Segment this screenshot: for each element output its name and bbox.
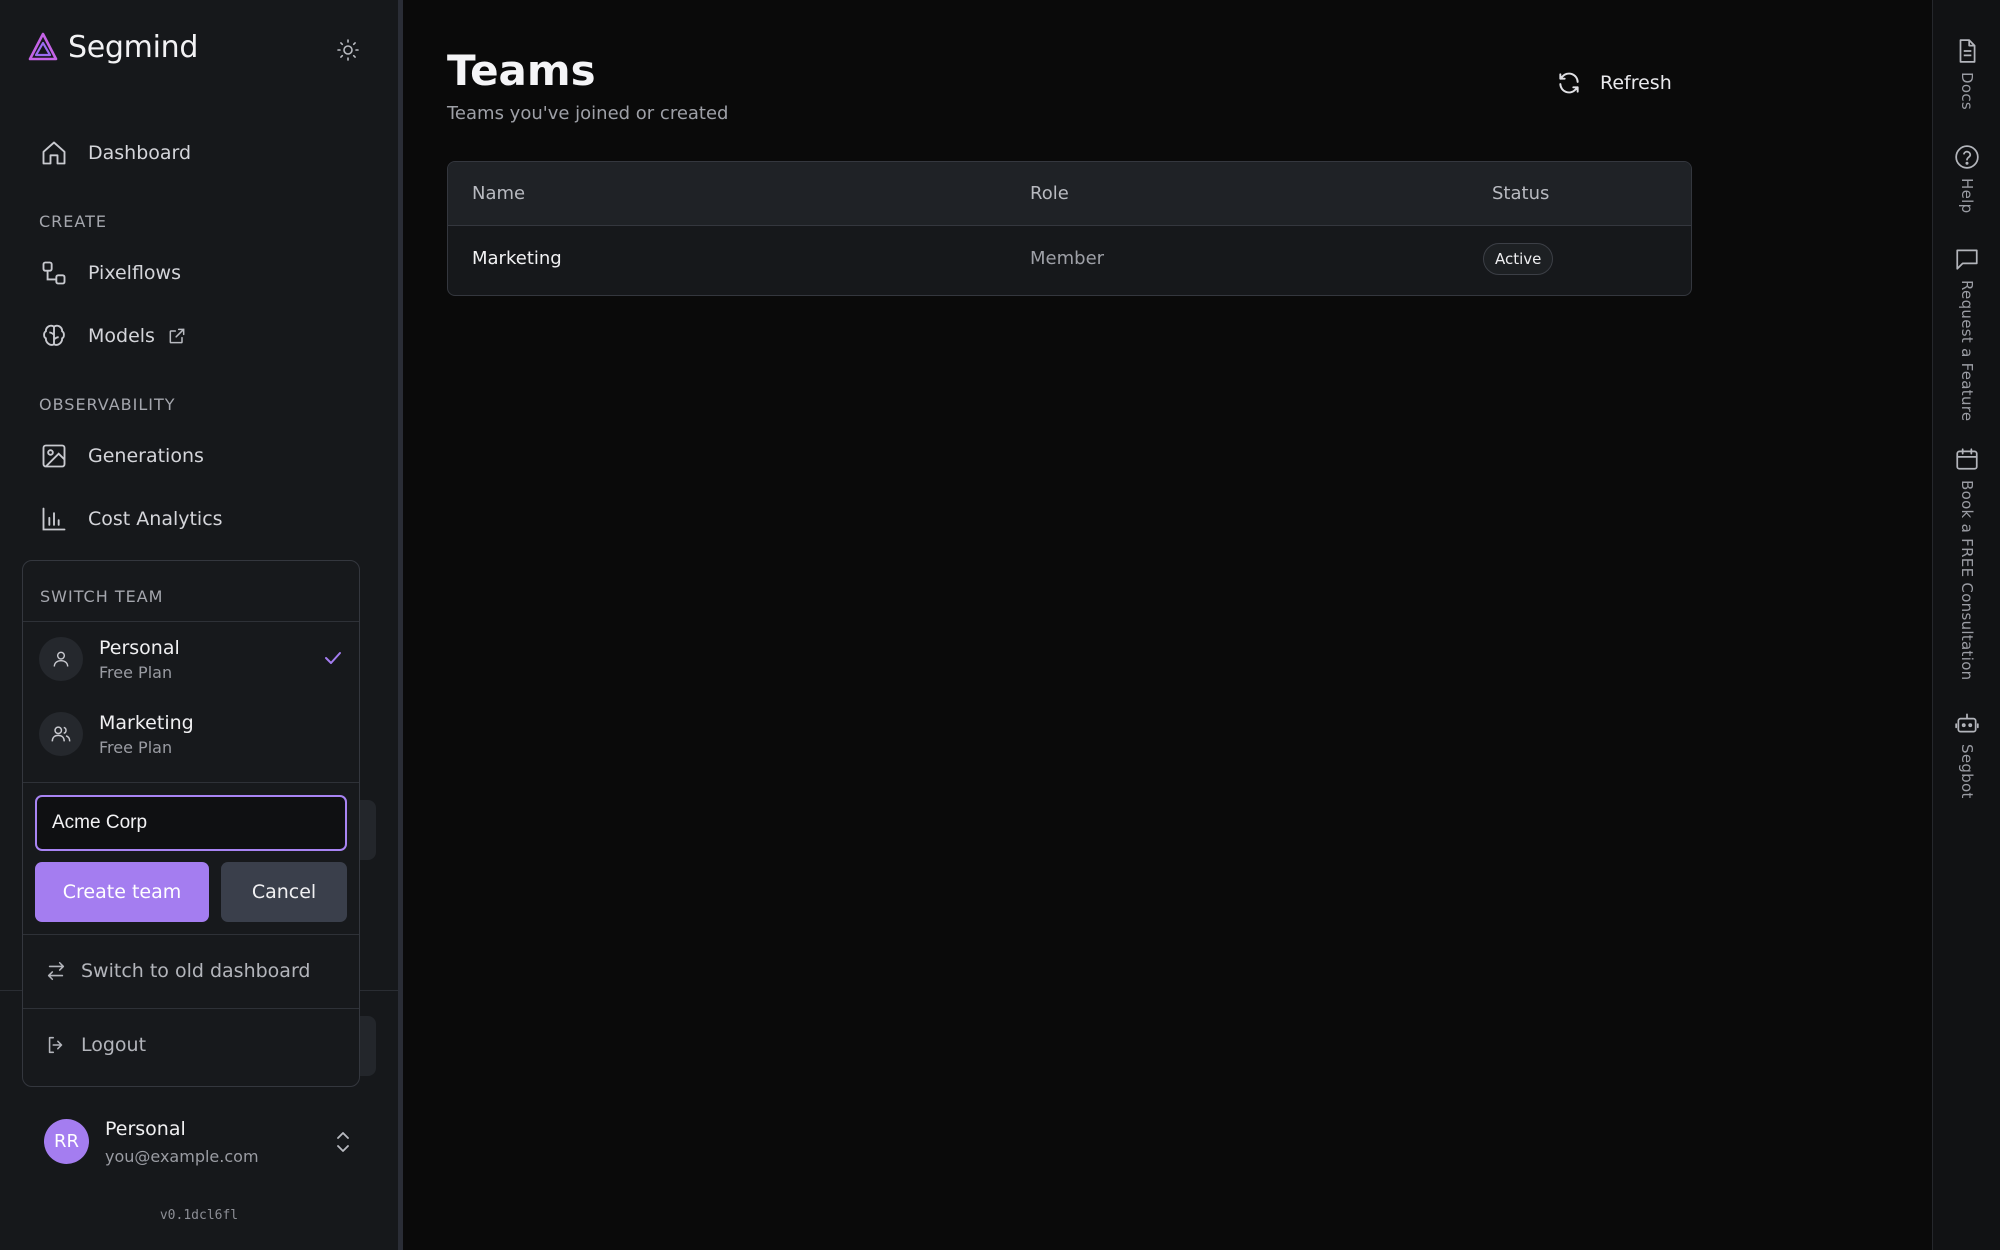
logout-icon bbox=[48, 1036, 63, 1054]
column-header-name: Name bbox=[472, 183, 526, 204]
status-badge: Active bbox=[1483, 243, 1554, 275]
home-icon bbox=[42, 141, 66, 165]
logout-link[interactable]: Logout bbox=[45, 1034, 146, 1056]
rail-book-consultation-label: Book a FREE Consultation bbox=[1958, 480, 1976, 681]
arrows-swap-icon bbox=[47, 961, 65, 981]
robot-icon bbox=[1955, 713, 1979, 733]
team-plan: Free Plan bbox=[99, 737, 173, 757]
divider bbox=[23, 621, 359, 622]
user-email: you@example.com bbox=[105, 1147, 259, 1166]
page-subtitle: Teams you've joined or created bbox=[447, 103, 729, 124]
users-icon bbox=[39, 712, 83, 756]
rail-docs-label: Docs bbox=[1958, 72, 1976, 110]
chevron-up-down-icon[interactable] bbox=[332, 1129, 354, 1155]
table-header: Name Role Status bbox=[448, 162, 1691, 226]
logout-label: Logout bbox=[81, 1034, 147, 1056]
rail-segbot[interactable]: Segbot bbox=[1933, 710, 2000, 799]
rail-help[interactable]: Help bbox=[1933, 144, 2000, 213]
nav-models[interactable]: Models bbox=[40, 311, 187, 361]
user-icon bbox=[39, 637, 83, 681]
nav-generations-label: Generations bbox=[88, 445, 204, 467]
workflow-icon bbox=[42, 261, 66, 285]
rail-request-feature-label: Request a Feature bbox=[1958, 280, 1976, 422]
section-create-label: CREATE bbox=[39, 212, 107, 231]
create-team-button[interactable]: Create team bbox=[35, 862, 209, 922]
divider bbox=[23, 1008, 359, 1009]
help-circle-icon bbox=[1955, 145, 1979, 169]
team-option-personal[interactable]: Personal Free Plan bbox=[39, 628, 345, 690]
team-option-marketing[interactable]: Marketing Free Plan bbox=[39, 703, 345, 765]
document-icon bbox=[1959, 39, 1976, 63]
nav-models-label: Models bbox=[88, 325, 155, 347]
switch-team-header: SWITCH TEAM bbox=[40, 587, 164, 606]
calendar-icon bbox=[1956, 448, 1978, 470]
refresh-icon bbox=[1559, 72, 1579, 94]
refresh-button[interactable]: Refresh bbox=[1556, 70, 1672, 96]
page-title: Teams bbox=[447, 46, 596, 95]
brand-name: Segmind bbox=[68, 30, 199, 65]
team-name: Personal bbox=[99, 636, 180, 659]
divider bbox=[23, 782, 359, 783]
check-icon bbox=[325, 652, 341, 664]
switch-old-dashboard-link[interactable]: Switch to old dashboard bbox=[45, 960, 310, 982]
nav-dashboard[interactable]: Dashboard bbox=[40, 128, 191, 178]
team-plan: Free Plan bbox=[99, 662, 173, 682]
rail-docs[interactable]: Docs bbox=[1933, 38, 2000, 110]
avatar[interactable]: RR bbox=[44, 1119, 89, 1164]
bar-chart-icon bbox=[42, 507, 66, 531]
user-name: Personal bbox=[105, 1118, 186, 1140]
sun-icon bbox=[337, 39, 359, 61]
rail-help-label: Help bbox=[1958, 178, 1976, 214]
rail-book-consultation[interactable]: Book a FREE Consultation bbox=[1933, 446, 2000, 681]
team-name-input[interactable] bbox=[35, 795, 347, 851]
nav-pixelflows-label: Pixelflows bbox=[88, 262, 181, 284]
nav-dashboard-label: Dashboard bbox=[88, 142, 192, 164]
switch-old-dashboard-label: Switch to old dashboard bbox=[81, 960, 311, 982]
app-version: v0.1dcl6fl bbox=[159, 1208, 239, 1223]
nav-cost-analytics[interactable]: Cost Analytics bbox=[40, 494, 223, 544]
rail-request-feature[interactable]: Request a Feature bbox=[1933, 246, 2000, 421]
table-cell-role: Member bbox=[1030, 248, 1105, 269]
segmind-logo-icon bbox=[28, 32, 58, 60]
table-cell-name[interactable]: Marketing bbox=[472, 248, 562, 269]
theme-toggle-button[interactable] bbox=[334, 36, 362, 64]
nav-pixelflows[interactable]: Pixelflows bbox=[40, 248, 181, 298]
right-rail: Docs Help Request a Feature Book a FREE … bbox=[1932, 0, 2000, 1250]
section-observability-label: OBSERVABILITY bbox=[39, 395, 176, 414]
divider bbox=[23, 934, 359, 935]
external-link-icon bbox=[169, 328, 185, 344]
rail-segbot-label: Segbot bbox=[1958, 744, 1976, 799]
image-icon bbox=[42, 444, 66, 468]
team-name: Marketing bbox=[99, 711, 194, 734]
teams-table: Name Role Status Marketing Member Active bbox=[447, 161, 1692, 296]
refresh-label: Refresh bbox=[1600, 72, 1672, 94]
message-square-icon bbox=[1956, 249, 1978, 270]
switch-team-popup: SWITCH TEAM Personal Free Plan Marketing… bbox=[22, 560, 360, 1087]
brain-icon bbox=[43, 324, 65, 346]
column-header-role: Role bbox=[1030, 183, 1069, 204]
nav-generations[interactable]: Generations bbox=[40, 431, 204, 481]
brand-logo[interactable]: Segmind bbox=[26, 30, 198, 65]
column-header-status: Status bbox=[1492, 183, 1550, 204]
nav-cost-analytics-label: Cost Analytics bbox=[88, 508, 223, 530]
sidebar-edge[interactable] bbox=[398, 0, 403, 1250]
cancel-button[interactable]: Cancel bbox=[221, 862, 347, 922]
